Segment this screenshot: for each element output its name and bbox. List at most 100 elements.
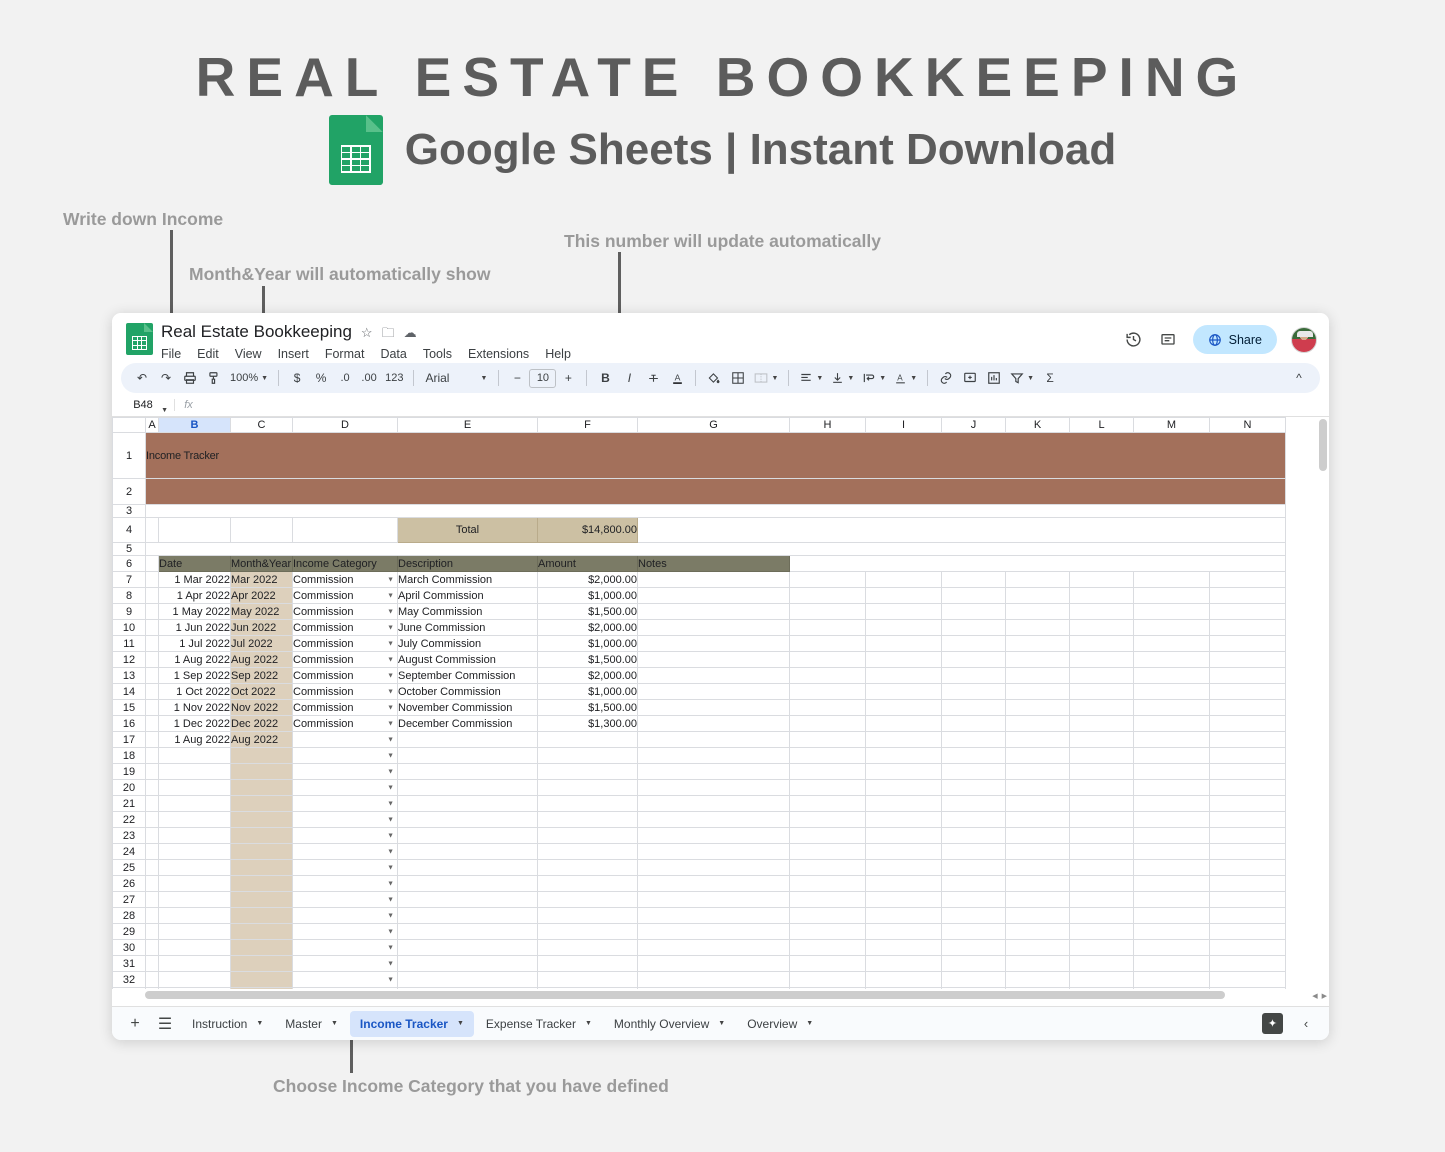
cell-empty[interactable] [1006, 956, 1070, 972]
cell-description[interactable] [398, 892, 538, 908]
cell-c4[interactable] [231, 518, 293, 543]
cell-empty[interactable] [942, 812, 1006, 828]
cell-empty[interactable] [1006, 972, 1070, 988]
cell-notes[interactable] [638, 860, 790, 876]
select-all-corner[interactable] [113, 418, 146, 433]
italic-button[interactable]: I [617, 366, 641, 390]
cell-col-a[interactable] [146, 588, 159, 604]
cell-empty[interactable] [942, 860, 1006, 876]
share-button[interactable]: Share [1193, 325, 1277, 354]
cell-a4[interactable] [146, 518, 159, 543]
cell-empty[interactable] [1210, 652, 1286, 668]
cell-empty[interactable] [866, 892, 942, 908]
increase-decimal-button[interactable]: .00 [357, 366, 381, 390]
cell-empty[interactable] [790, 908, 866, 924]
cell-col-a[interactable] [146, 652, 159, 668]
cell-empty[interactable] [1210, 860, 1286, 876]
cell-empty[interactable] [1006, 924, 1070, 940]
sheets-app-icon[interactable] [126, 323, 153, 355]
cell-empty[interactable] [1210, 684, 1286, 700]
menu-help[interactable]: Help [545, 347, 571, 361]
menu-edit[interactable]: Edit [197, 347, 219, 361]
data-validation-dropdown-icon[interactable]: ▼ [387, 656, 394, 663]
cell-empty[interactable] [1070, 684, 1134, 700]
cell-empty[interactable] [1134, 764, 1210, 780]
cell-empty[interactable] [790, 940, 866, 956]
cell-col-a[interactable] [146, 892, 159, 908]
cell-empty[interactable] [1006, 844, 1070, 860]
cell-date[interactable] [159, 828, 231, 844]
cell-income-category[interactable]: ▼ [293, 908, 398, 924]
chevron-down-icon[interactable]: ▼ [256, 1020, 263, 1027]
cell-empty[interactable] [790, 844, 866, 860]
row-header-6[interactable]: 6 [113, 556, 146, 572]
cell-amount[interactable]: $1,500.00 [538, 700, 638, 716]
cell-empty[interactable] [866, 812, 942, 828]
cell-date[interactable] [159, 860, 231, 876]
cell-income-category[interactable]: Commission▼ [293, 620, 398, 636]
cell-empty[interactable] [1006, 780, 1070, 796]
cell-month-year[interactable] [231, 972, 293, 988]
cell-empty[interactable] [1210, 572, 1286, 588]
cell-description[interactable] [398, 748, 538, 764]
cell-amount[interactable] [538, 924, 638, 940]
cell-notes[interactable] [638, 652, 790, 668]
cell-empty[interactable] [1070, 828, 1134, 844]
cell-amount[interactable] [538, 780, 638, 796]
cell-empty[interactable] [1210, 972, 1286, 988]
cell-month-year[interactable] [231, 780, 293, 796]
all-sheets-icon[interactable]: ☰ [152, 1011, 178, 1037]
cell-date[interactable]: 1 Apr 2022 [159, 588, 231, 604]
cell-empty[interactable] [1006, 636, 1070, 652]
cell-notes[interactable] [638, 876, 790, 892]
scroll-left-icon[interactable]: ◀ [1312, 992, 1317, 1000]
cell-date[interactable]: 1 Oct 2022 [159, 684, 231, 700]
sheet-tab-expense-tracker[interactable]: Expense Tracker▼ [476, 1011, 602, 1037]
cell-empty[interactable] [866, 572, 942, 588]
cell-empty[interactable] [1210, 828, 1286, 844]
cell-amount[interactable] [538, 972, 638, 988]
decrease-decimal-button[interactable]: .0 [333, 366, 357, 390]
cell-empty[interactable] [790, 668, 866, 684]
cell-description[interactable]: October Commission [398, 684, 538, 700]
cell-income-category[interactable]: Commission▼ [293, 604, 398, 620]
cell-notes[interactable] [638, 748, 790, 764]
cell-empty[interactable] [1210, 812, 1286, 828]
insert-link-icon[interactable] [934, 366, 958, 390]
cell-empty[interactable] [790, 588, 866, 604]
cell-description[interactable] [398, 972, 538, 988]
cell-empty[interactable] [1070, 908, 1134, 924]
cell-income-category[interactable]: ▼ [293, 828, 398, 844]
data-validation-dropdown-icon[interactable]: ▼ [387, 576, 394, 583]
cell-empty[interactable] [942, 748, 1006, 764]
cell-date[interactable] [159, 908, 231, 924]
cell-description[interactable] [398, 764, 538, 780]
column-header-i[interactable]: I [866, 418, 942, 433]
cell-income-category[interactable]: Commission▼ [293, 636, 398, 652]
data-validation-dropdown-icon[interactable]: ▼ [387, 816, 394, 823]
cell-empty[interactable] [1070, 620, 1134, 636]
cell-income-category[interactable]: ▼ [293, 796, 398, 812]
cell-notes[interactable] [638, 812, 790, 828]
row-header[interactable]: 24 [113, 844, 146, 860]
row-header[interactable]: 21 [113, 796, 146, 812]
cell-date[interactable]: 1 Dec 2022 [159, 716, 231, 732]
column-header-k[interactable]: K [1006, 418, 1070, 433]
cell-notes[interactable] [638, 844, 790, 860]
data-validation-dropdown-icon[interactable]: ▼ [387, 640, 394, 647]
data-validation-dropdown-icon[interactable]: ▼ [387, 960, 394, 967]
cell-d4[interactable] [293, 518, 398, 543]
zoom-control[interactable]: 100%▼ [226, 366, 272, 390]
cell-b4[interactable] [159, 518, 231, 543]
cell-empty[interactable] [1210, 732, 1286, 748]
row-header[interactable]: 29 [113, 924, 146, 940]
cell-col-a[interactable] [146, 780, 159, 796]
cell-income-category[interactable]: Commission▼ [293, 572, 398, 588]
cell-amount[interactable] [538, 828, 638, 844]
cell-empty[interactable] [866, 908, 942, 924]
cell-date[interactable] [159, 812, 231, 828]
cell-empty[interactable] [942, 636, 1006, 652]
row-header[interactable]: 14 [113, 684, 146, 700]
cell-empty[interactable] [1006, 892, 1070, 908]
cell-empty[interactable] [1134, 732, 1210, 748]
